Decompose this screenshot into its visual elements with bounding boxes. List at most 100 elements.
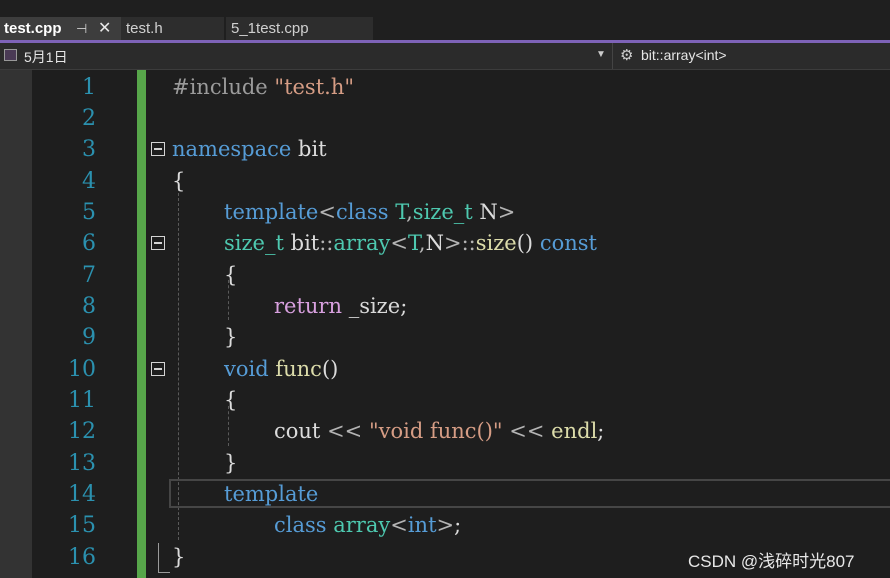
brace: { (224, 263, 238, 287)
code-line-13[interactable]: } (224, 448, 237, 479)
namespace-ref: bit (290, 231, 320, 255)
line-number: 1 (82, 75, 96, 100)
type-param: T (395, 200, 407, 224)
code-line-3[interactable]: namespace bit (172, 134, 327, 165)
pin-icon[interactable]: ⊣ (76, 17, 87, 40)
code-line-7[interactable]: { (224, 260, 237, 291)
tab-bar: test.cpp ⊣ ✕ test.h 5_1test.cpp (0, 0, 890, 40)
include-path: "test.h" (274, 75, 355, 99)
line-number: 2 (82, 106, 96, 131)
collapse-icon[interactable] (151, 142, 165, 156)
punct: ; (597, 419, 605, 443)
line-number: 13 (68, 451, 96, 476)
code-line-14[interactable]: template (224, 479, 318, 510)
tab-label: test.cpp (4, 20, 62, 37)
scope-dropdown-left[interactable]: 5月1日 ▼ (0, 43, 613, 69)
brace: } (172, 545, 186, 569)
operator: << (327, 419, 363, 443)
keyword: int (407, 513, 437, 537)
code-line-15[interactable]: class array<int>; (274, 510, 461, 541)
collapse-icon[interactable] (151, 236, 165, 250)
type: array (333, 513, 391, 537)
punct: () (516, 231, 534, 255)
code-line-9[interactable]: } (224, 322, 237, 353)
code-line-11[interactable]: { (224, 385, 237, 416)
line-number: 12 (68, 419, 96, 444)
line-number: 7 (82, 263, 96, 288)
line-number: 3 (82, 137, 96, 162)
line-number: 14 (68, 482, 96, 507)
code-line-5[interactable]: template<class T,size_t N> (224, 197, 515, 228)
watermark: CSDN @浅碎时光807 (688, 552, 855, 571)
chevron-down-icon[interactable]: ▼ (596, 49, 606, 60)
punct: > (443, 231, 462, 255)
tab-test-cpp[interactable]: test.cpp ⊣ ✕ (0, 17, 121, 40)
identifier: endl (551, 419, 598, 443)
close-icon[interactable]: ✕ (98, 17, 111, 40)
punct: ; (400, 294, 408, 318)
variable: _size (348, 294, 401, 318)
line-number: 5 (82, 200, 96, 225)
string-literal: "void func()" (368, 419, 503, 443)
scope-right-label[interactable]: bit::array<int> (641, 47, 727, 63)
punct: :: (319, 231, 334, 255)
namespace-name: bit (298, 137, 327, 161)
punct: () (321, 357, 339, 381)
line-number: 8 (82, 294, 96, 319)
punct: ; (454, 513, 462, 537)
line-number: 15 (68, 513, 96, 538)
operator: << (509, 419, 545, 443)
code-line-4[interactable]: { (172, 166, 185, 197)
line-number: 9 (82, 325, 96, 350)
preprocessor-directive: #include (172, 75, 268, 99)
punct: < (390, 231, 408, 255)
line-number: 4 (82, 169, 96, 194)
control-keyword: return (274, 294, 342, 318)
keyword: template (224, 200, 319, 224)
line-number: 10 (68, 357, 96, 382)
type-param: T (407, 231, 419, 255)
change-tracking-bar (137, 70, 146, 578)
punct: :: (461, 231, 476, 255)
brace: } (224, 451, 238, 475)
function-name: size (475, 231, 517, 255)
collapse-icon[interactable] (151, 362, 165, 376)
line-number: 6 (82, 231, 96, 256)
param: N (425, 231, 444, 255)
punct: < (390, 513, 408, 537)
punct: > (497, 200, 516, 224)
code-line-1[interactable]: #include "test.h" (172, 72, 354, 103)
punct: < (318, 200, 336, 224)
keyword: class (335, 200, 389, 224)
type: size_t (224, 231, 284, 255)
tab-label: 5_1test.cpp (231, 20, 309, 37)
code-line-6[interactable]: size_t bit::array<T,N>::size() const (224, 228, 597, 259)
identifier: cout (274, 419, 321, 443)
punct: , (418, 231, 426, 255)
line-number: 16 (68, 545, 96, 570)
param: N (479, 200, 498, 224)
brace: { (224, 388, 238, 412)
project-icon (4, 49, 17, 61)
code-line-10[interactable]: void func() (224, 354, 338, 385)
function-name: func (275, 357, 322, 381)
code-editor[interactable]: 1 2 3 4 5 6 7 8 9 10 11 12 13 14 15 16 #… (0, 70, 890, 578)
punct: > (436, 513, 455, 537)
tab-5-1test-cpp[interactable]: 5_1test.cpp (226, 17, 373, 40)
keyword: const (539, 231, 597, 255)
code-line-8[interactable]: return _size; (274, 291, 407, 322)
punct: , (406, 200, 413, 224)
line-number: 11 (68, 388, 96, 413)
keyword: void (224, 357, 269, 381)
keyword: namespace (172, 137, 292, 161)
scope-left-label: 5月1日 (24, 49, 68, 65)
type: size_t (412, 200, 473, 224)
code-line-12[interactable]: cout << "void func()" << endl; (274, 416, 604, 447)
navigation-bar: 5月1日 ▼ ⚙ bit::array<int> (0, 43, 890, 70)
type: array (333, 231, 391, 255)
brace: } (224, 325, 238, 349)
tab-label: test.h (126, 20, 163, 37)
tab-test-h[interactable]: test.h (121, 17, 224, 40)
brace: { (172, 169, 186, 193)
code-line-16[interactable]: } (172, 542, 185, 573)
